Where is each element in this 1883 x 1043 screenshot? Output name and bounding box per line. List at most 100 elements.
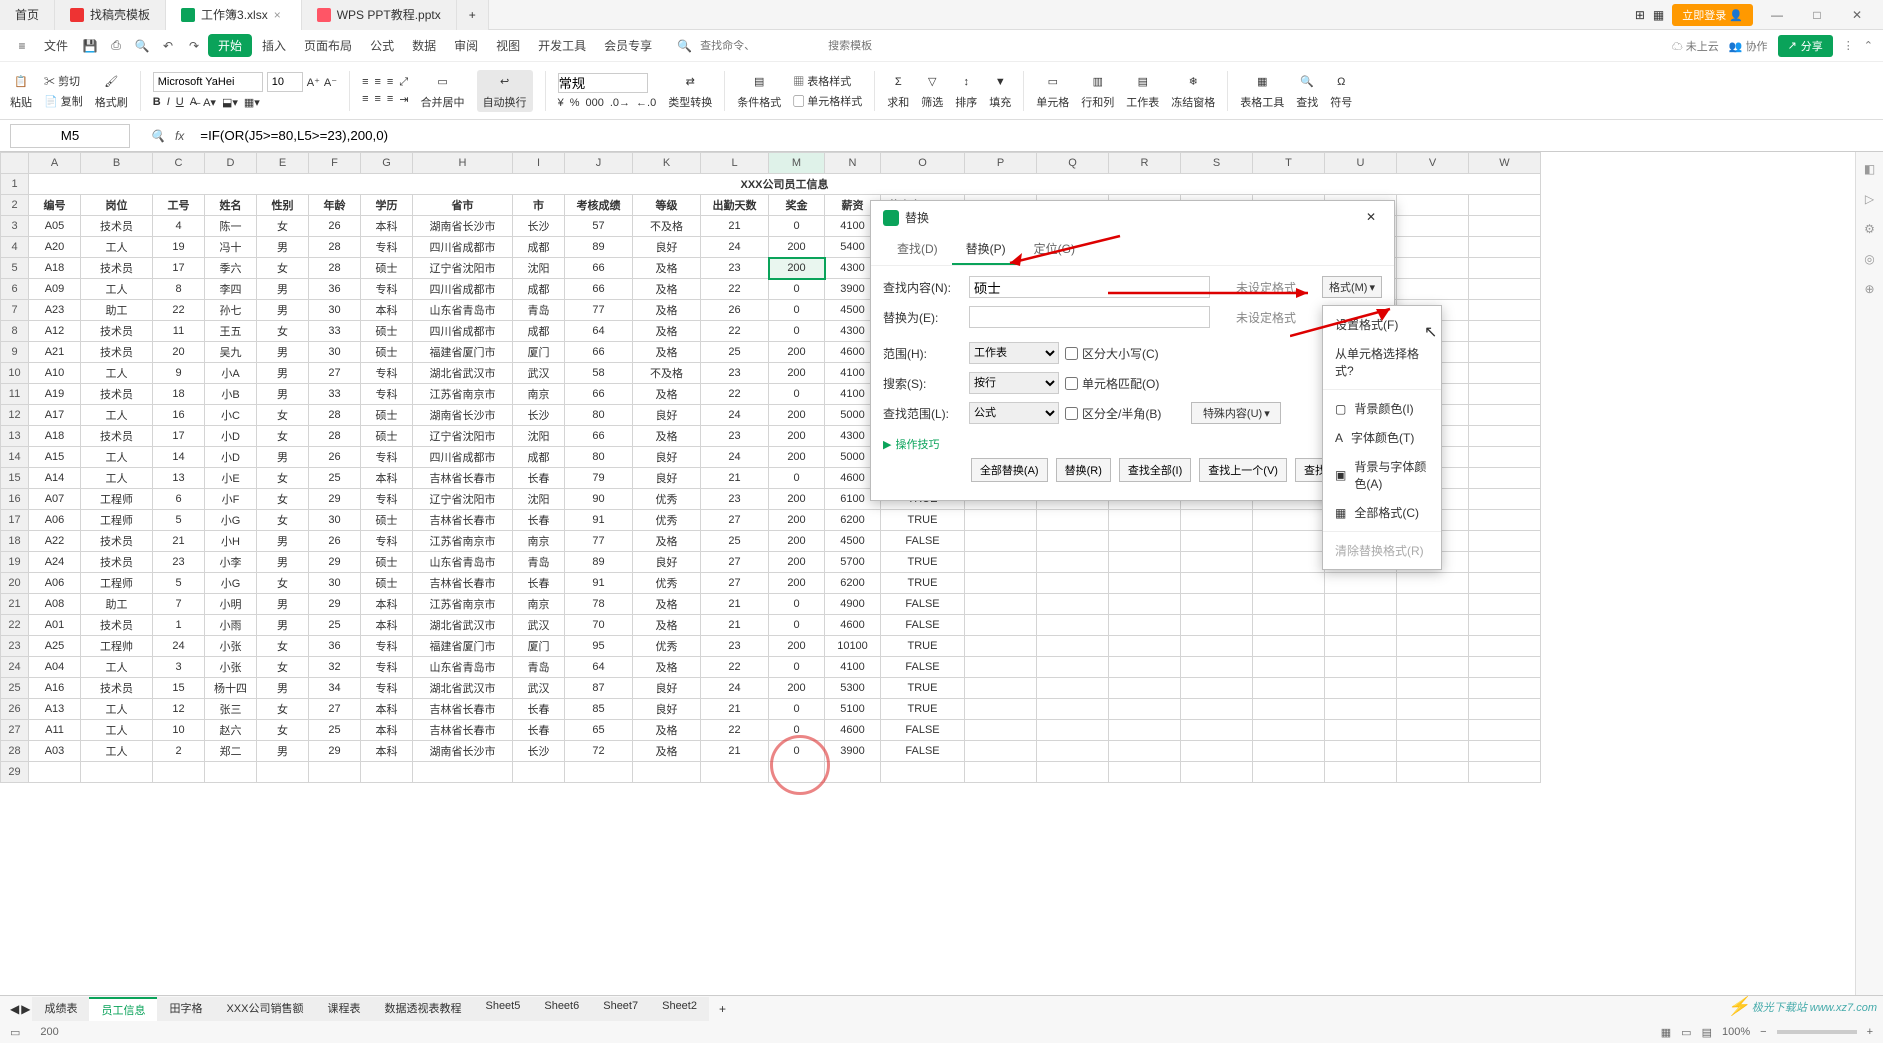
- search-select[interactable]: 按行: [969, 372, 1059, 394]
- dec-inc-icon[interactable]: .0→: [610, 97, 630, 109]
- symbol-button[interactable]: Ω符号: [1330, 72, 1352, 110]
- menu-review[interactable]: 审阅: [446, 37, 486, 54]
- find-format-button[interactable]: 格式(M) ▾: [1322, 276, 1382, 298]
- sheet-tab[interactable]: 员工信息: [89, 997, 157, 1021]
- formatpainter-button[interactable]: 🖌格式刷: [95, 72, 128, 110]
- command-search[interactable]: 🔍: [677, 39, 948, 53]
- menu-start[interactable]: 开始: [208, 34, 252, 57]
- font-name-select[interactable]: [153, 72, 263, 92]
- menu-member[interactable]: 会员专享: [596, 37, 660, 54]
- range-select[interactable]: 工作表: [969, 342, 1059, 364]
- orient-icon[interactable]: ⤢: [399, 76, 408, 89]
- typeconv-button[interactable]: ⇄类型转换: [668, 72, 712, 110]
- tab-nav-next[interactable]: ▶: [21, 1002, 30, 1016]
- cut-button[interactable]: ✂ 剪切: [44, 73, 83, 89]
- tab-add[interactable]: +: [457, 0, 489, 30]
- fmt-font-color[interactable]: A字体颜色(T): [1323, 423, 1441, 452]
- italic-icon[interactable]: I: [167, 96, 170, 109]
- menu-pagelayout[interactable]: 页面布局: [296, 37, 360, 54]
- find-input[interactable]: [969, 276, 1210, 298]
- find-button[interactable]: 🔍查找: [1296, 72, 1318, 110]
- paste-button[interactable]: 📋粘贴: [10, 72, 32, 110]
- dec-dec-icon[interactable]: ←.0: [636, 97, 656, 109]
- sheet-tab[interactable]: 成绩表: [32, 997, 89, 1021]
- view-normal-icon[interactable]: ▦: [1661, 1026, 1671, 1039]
- zoom-in-icon[interactable]: +: [1867, 1026, 1873, 1038]
- fontcolor-icon[interactable]: A▾: [203, 96, 216, 109]
- view-page-icon[interactable]: ▭: [1681, 1026, 1691, 1039]
- zoom-out-icon[interactable]: −: [1760, 1026, 1766, 1038]
- fmt-all-format[interactable]: ▦全部格式(C): [1323, 498, 1441, 527]
- hamburger-icon[interactable]: ≡: [10, 34, 34, 58]
- align-left-icon[interactable]: ≡: [362, 93, 368, 106]
- bold-icon[interactable]: B: [153, 96, 161, 109]
- replaceall-button[interactable]: 全部替换(A): [971, 458, 1048, 482]
- name-box[interactable]: [10, 124, 130, 148]
- cell-button[interactable]: ▭单元格: [1036, 72, 1069, 110]
- search-templates-input[interactable]: [828, 40, 948, 52]
- fx-icon[interactable]: 🔍 fx: [140, 129, 194, 143]
- decrease-font-icon[interactable]: A⁻: [324, 76, 337, 89]
- copy-button[interactable]: 📄 复制: [44, 93, 83, 109]
- cloud-status[interactable]: ☁ 未上云: [1672, 38, 1719, 54]
- menu-formula[interactable]: 公式: [362, 37, 402, 54]
- fmt-both-color[interactable]: ▣背景与字体颜色(A): [1323, 452, 1441, 498]
- align-right-icon[interactable]: ≡: [387, 93, 393, 106]
- file-menu[interactable]: 文件: [36, 37, 76, 54]
- search-commands-input[interactable]: [700, 40, 820, 52]
- dlg-tab-find[interactable]: 查找(D): [883, 234, 952, 265]
- minimize-button[interactable]: —: [1761, 1, 1793, 29]
- cellfmt-button[interactable]: ▢ 单元格样式: [793, 93, 862, 109]
- tab-add-sheet[interactable]: +: [711, 1002, 734, 1016]
- percent-icon[interactable]: %: [570, 97, 580, 109]
- more-icon[interactable]: ⋮: [1843, 39, 1854, 52]
- fullhalf-checkbox[interactable]: 区分全/半角(B): [1065, 405, 1161, 422]
- align-mid-icon[interactable]: ≡: [375, 76, 381, 89]
- sum-button[interactable]: Σ求和: [887, 72, 909, 110]
- collapse-icon[interactable]: ⌃: [1864, 39, 1873, 52]
- fmt-bg-color[interactable]: ▢背景颜色(I): [1323, 394, 1441, 423]
- save-icon[interactable]: 💾: [78, 34, 102, 58]
- rowcol-button[interactable]: ▥行和列: [1081, 72, 1114, 110]
- merge-button[interactable]: ▭合并居中: [421, 72, 465, 110]
- fill-button[interactable]: ▼填充: [989, 72, 1011, 110]
- tab-template[interactable]: 找稿壳模板: [55, 0, 166, 30]
- operation-tip[interactable]: ▶ 操作技巧: [871, 428, 1394, 452]
- sp-icon-5[interactable]: ⊕: [1864, 282, 1874, 296]
- wrap-button[interactable]: ↩自动换行: [477, 70, 533, 112]
- font-size-select[interactable]: [267, 72, 303, 92]
- tab-close-icon[interactable]: ×: [274, 8, 286, 22]
- maximize-button[interactable]: □: [1801, 1, 1833, 29]
- currency-icon[interactable]: ¥: [558, 97, 564, 109]
- sheet-tab[interactable]: Sheet2: [650, 997, 709, 1021]
- findall-button[interactable]: 查找全部(I): [1119, 458, 1191, 482]
- freeze-button[interactable]: ❄冻结窗格: [1171, 72, 1215, 110]
- number-format-select[interactable]: [558, 73, 648, 93]
- coop-button[interactable]: 👥 协作: [1729, 38, 1768, 54]
- sort-button[interactable]: ↕排序: [955, 72, 977, 110]
- sp-icon-2[interactable]: ▷: [1865, 192, 1874, 206]
- tab-ppt[interactable]: WPS PPT教程.pptx: [302, 0, 457, 30]
- print-icon[interactable]: ⎙: [104, 34, 128, 58]
- lookin-select[interactable]: 公式: [969, 402, 1059, 424]
- tabletool-button[interactable]: ▦表格工具: [1240, 72, 1284, 110]
- findprev-button[interactable]: 查找上一个(V): [1199, 458, 1287, 482]
- sp-icon-3[interactable]: ⚙: [1864, 222, 1875, 236]
- sheet-tab[interactable]: Sheet6: [532, 997, 591, 1021]
- comma-icon[interactable]: 000: [585, 97, 603, 109]
- fillcolor-icon[interactable]: ⬓▾: [222, 96, 238, 109]
- formula-input[interactable]: [194, 124, 1883, 148]
- zoom-slider[interactable]: [1777, 1030, 1857, 1034]
- preview-icon[interactable]: 🔍: [130, 34, 154, 58]
- align-top-icon[interactable]: ≡: [362, 76, 368, 89]
- tab-workbook[interactable]: 工作簿3.xlsx×: [166, 0, 302, 30]
- fmt-clear[interactable]: 清除替换格式(R): [1323, 536, 1441, 565]
- tab-nav-prev[interactable]: ◀: [10, 1002, 19, 1016]
- worksheet-button[interactable]: ▤工作表: [1126, 72, 1159, 110]
- dialog-close-icon[interactable]: ✕: [1366, 210, 1382, 226]
- redo-icon[interactable]: ↷: [182, 34, 206, 58]
- menu-view[interactable]: 视图: [488, 37, 528, 54]
- border-icon[interactable]: ▦▾: [244, 96, 260, 109]
- sp-icon-1[interactable]: ◧: [1864, 162, 1875, 176]
- sheet-tab[interactable]: 课程表: [315, 997, 372, 1021]
